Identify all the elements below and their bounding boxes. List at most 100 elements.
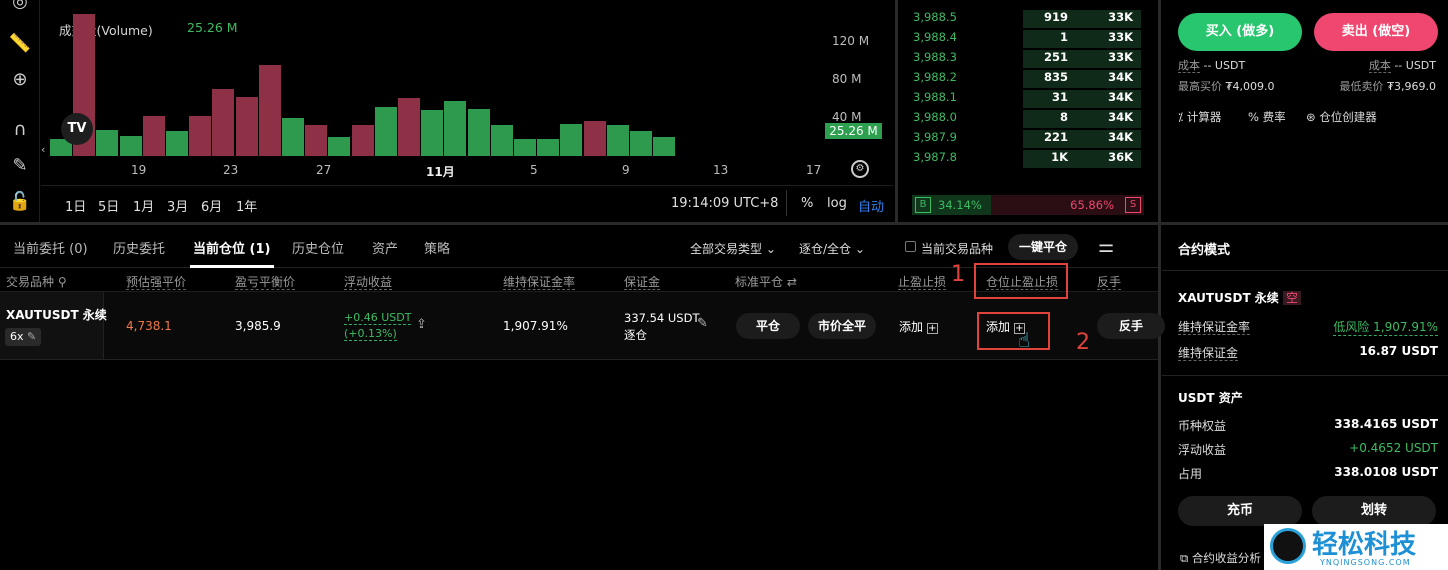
volume-bar [583,121,606,156]
orderbook-price: 3,987.8 [913,150,957,164]
close-all-button[interactable]: 一键平仓 [1008,234,1078,260]
ruler-icon[interactable]: 📏 [8,32,32,56]
y-tick: 80 M [832,72,862,86]
deposit-button[interactable]: 充币 [1178,496,1302,526]
annotation-number-1: 1 [951,262,965,287]
orderbook-row[interactable]: 3,987.9 221 34K [898,130,1148,150]
orderbook-row[interactable]: 3,988.1 31 34K [898,90,1148,110]
tab-order-history[interactable]: 历史委托 [113,238,165,257]
margin-mode-filter[interactable]: 逐仓/全仓 ⌄ [799,240,865,257]
breakeven-price: 3,985.9 [235,319,281,333]
x-tick: 27 [316,163,332,177]
orderbook-total: 33K [1108,10,1133,24]
buy-long-button[interactable]: 买入 (做多) [1178,13,1302,51]
range-1m[interactable]: 1月 [133,196,154,215]
position-symbol[interactable]: XAUTUSDT 永续 [6,306,107,323]
margin-mode: 逐仓 [624,328,647,342]
chart-time: 19:14:09 UTC+8 [671,196,779,211]
tab-open-orders[interactable]: 当前委托 (0) [13,238,88,257]
volume-bar [235,97,258,156]
sell-short-button[interactable]: 卖出 (做空) [1314,13,1438,51]
annotation-number-2: 2 [1076,330,1090,355]
tab-assets[interactable]: 资产 [372,238,398,257]
volume-bar [166,130,188,156]
orderbook-row[interactable]: 3,988.5 919 33K [898,10,1148,30]
volume-bar [398,98,420,156]
x-tick: 9 [622,163,630,177]
orderbook-row[interactable]: 3,988.0 8 34K [898,110,1148,130]
orderbook-row[interactable]: 3,988.3 251 33K [898,50,1148,70]
calculator-link[interactable]: ⁒ 计算器 [1178,109,1221,125]
annotation-box-2 [977,312,1050,350]
tab-strategy[interactable]: 策略 [424,238,450,257]
reverse-position-button[interactable]: 反手 [1097,313,1165,339]
transfer-button[interactable]: 划转 [1312,496,1436,526]
only-current-label: 当前交易品种 [921,242,994,256]
volume-bar [537,139,560,156]
more-icon[interactable]: ⋮ [1442,238,1448,254]
account-panel: 合约模式 ⋮ XAUTUSDT 永续 空 维持保证金率 低风险 1,907.91%… [1162,226,1448,570]
pencil-icon[interactable]: ✎ [8,154,32,178]
range-1y[interactable]: 1年 [236,196,257,215]
position-builder-link[interactable]: ⊛ 仓位创建器 [1306,109,1377,125]
percent-toggle[interactable]: % [801,196,813,211]
log-toggle[interactable]: log [827,196,847,211]
watermark: 轻松科技 YNQINGSONG.COM [1264,524,1448,570]
volume-bar [96,129,119,156]
header-pnl: 浮动收益 [344,275,393,290]
add-tpsl-button[interactable]: 添加 + [899,318,938,335]
magnet-icon[interactable]: ∩ [8,118,32,142]
range-1d[interactable]: 1日 [65,196,86,215]
pnl-analysis-link[interactable]: ⧉ 合约收益分析 [1180,550,1261,566]
volume-bar [606,124,629,156]
volume-bar [490,124,513,156]
margin-value: 337.54 USDT [624,311,700,325]
scroll-left-icon[interactable]: ‹ [41,143,45,156]
volume-bar [258,64,281,156]
orderbook-row[interactable]: 3,987.8 1K 36K [898,150,1148,170]
market-close-all-button[interactable]: 市价全平 [808,313,876,339]
chevron-down-icon: ⌄ [765,242,776,256]
tab-position-history[interactable]: 历史仓位 [292,238,344,257]
tradingview-logo-icon[interactable]: TV [61,113,93,145]
auto-toggle[interactable]: 自动 [858,196,884,215]
range-3m[interactable]: 3月 [167,196,188,215]
only-current-checkbox[interactable] [905,241,916,252]
x-tick: 19 [131,163,147,177]
buy-label: B [915,197,931,213]
plus-square-icon: + [926,323,938,334]
orderbook-total: 34K [1108,110,1133,124]
percent-icon: % [1248,110,1259,124]
fee-rate-link[interactable]: % 费率 [1248,109,1286,125]
header-symbol: 交易品种 ⚲ [6,275,67,289]
watermark-sub: YNQINGSONG.COM [1320,558,1411,567]
tab-current-positions[interactable]: 当前仓位 (1) [193,238,270,257]
y-tick: 120 M [832,34,870,48]
orderbook-row[interactable]: 3,988.2 835 34K [898,70,1148,90]
table-settings-icon[interactable]: ⚌ [1098,236,1114,257]
max-buy-price: ₮4,009.0 [1225,80,1275,93]
leverage-badge[interactable]: 6x ✎ [5,328,42,346]
orderbook-row[interactable]: 3,988.4 1 33K [898,30,1148,50]
volume-bar [142,116,165,156]
range-5d[interactable]: 5日 [98,196,119,215]
maintenance-margin-rate: 1,907.91% [503,319,568,333]
edit-margin-icon[interactable]: ✎ [697,316,708,331]
trade-panel: 买入 (做多) 卖出 (做空) 成本 -- USDT 成本 -- USDT 最高… [1162,0,1448,222]
share-icon[interactable]: ⇪ [416,317,427,332]
edit-icon: ✎ [27,330,37,343]
trade-type-filter[interactable]: 全部交易类型 ⌄ [690,240,776,257]
lock-icon[interactable]: 🔓 [8,190,32,214]
unrealized-pnl: +0.46 USDT [344,311,412,325]
zoom-in-icon[interactable]: ⊕ [8,68,32,92]
volume-bar [189,116,212,156]
range-6m[interactable]: 6月 [201,196,222,215]
close-position-button[interactable]: 平仓 [736,313,800,339]
x-tick: 17 [806,163,822,177]
panel-title: 合约模式 [1178,243,1231,258]
sell-pct: 65.86% [1070,198,1114,212]
circle-tool-icon[interactable]: ◎ [8,0,32,14]
chart-settings-icon[interactable]: ⚙ [851,160,869,178]
x-tick: 23 [223,163,239,177]
calculator-icon: ⁒ [1178,110,1184,124]
